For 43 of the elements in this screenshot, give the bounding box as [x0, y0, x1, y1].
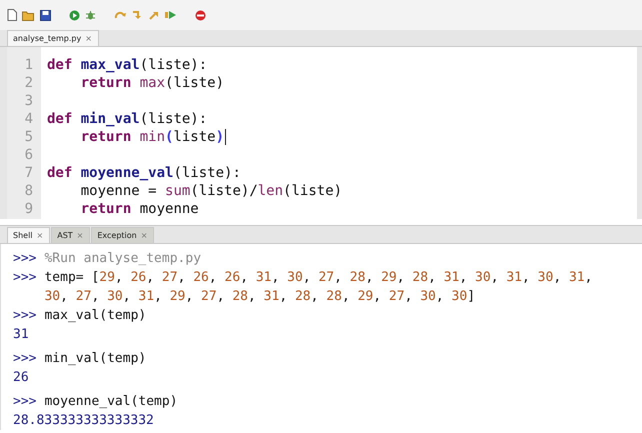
- shell-output: 28.833333333333332: [13, 413, 154, 428]
- tab[interactable]: analyse_temp.py ×: [7, 30, 99, 46]
- down-arrow-icon[interactable]: [131, 10, 143, 20]
- code-line: def min_val(liste):: [47, 111, 208, 127]
- prompt: >>>: [13, 393, 36, 411]
- shell-output: 26: [13, 370, 29, 385]
- code-line: moyenne = sum(liste)/len(liste): [80, 183, 342, 199]
- prompt: >>>: [13, 269, 36, 287]
- folder-icon[interactable]: [22, 10, 35, 20]
- close-tab-icon[interactable]: ×: [36, 231, 44, 240]
- line-number: 3: [24, 93, 33, 109]
- code-line: def max_val(liste):: [47, 57, 208, 73]
- close-tab-icon[interactable]: ×: [85, 34, 92, 43]
- shell-command: max_val(temp): [44, 307, 146, 325]
- line-number: 5: [24, 129, 33, 145]
- prompt: >>>: [13, 307, 36, 325]
- prompt: >>>: [13, 350, 36, 368]
- code-line: return max(liste): [80, 75, 224, 91]
- tab[interactable]: AST ×: [51, 227, 90, 243]
- line-number: 4: [24, 111, 33, 127]
- code-line: def moyenne_val(liste):: [47, 165, 241, 181]
- line-number: 7: [24, 165, 33, 181]
- line-number: 9: [24, 201, 33, 217]
- new-file-icon[interactable]: [7, 9, 17, 21]
- shell-command: min_val(temp): [44, 350, 146, 368]
- line-number: 2: [24, 75, 33, 91]
- tab[interactable]: Shell ×: [7, 227, 50, 243]
- play-icon[interactable]: [69, 10, 80, 20]
- shell-output: 31: [13, 327, 29, 342]
- code-line: return moyenne: [80, 201, 199, 217]
- line-number: 8: [24, 183, 33, 199]
- line-number: 1: [24, 57, 33, 73]
- line-number: 6: [24, 147, 33, 163]
- stop-icon[interactable]: [195, 10, 206, 20]
- curved-arrow-icon[interactable]: [114, 10, 126, 20]
- code-line: return min(liste): [80, 129, 224, 145]
- up-arrow-icon[interactable]: [148, 10, 160, 20]
- bug-icon[interactable]: [85, 10, 96, 20]
- tab[interactable]: Exception ×: [91, 227, 154, 243]
- shell-command: %Run analyse_temp.py: [44, 250, 202, 268]
- prompt: >>>: [13, 250, 36, 268]
- shell-command: moyenne_val(temp): [44, 393, 178, 411]
- resume-icon[interactable]: [165, 10, 177, 20]
